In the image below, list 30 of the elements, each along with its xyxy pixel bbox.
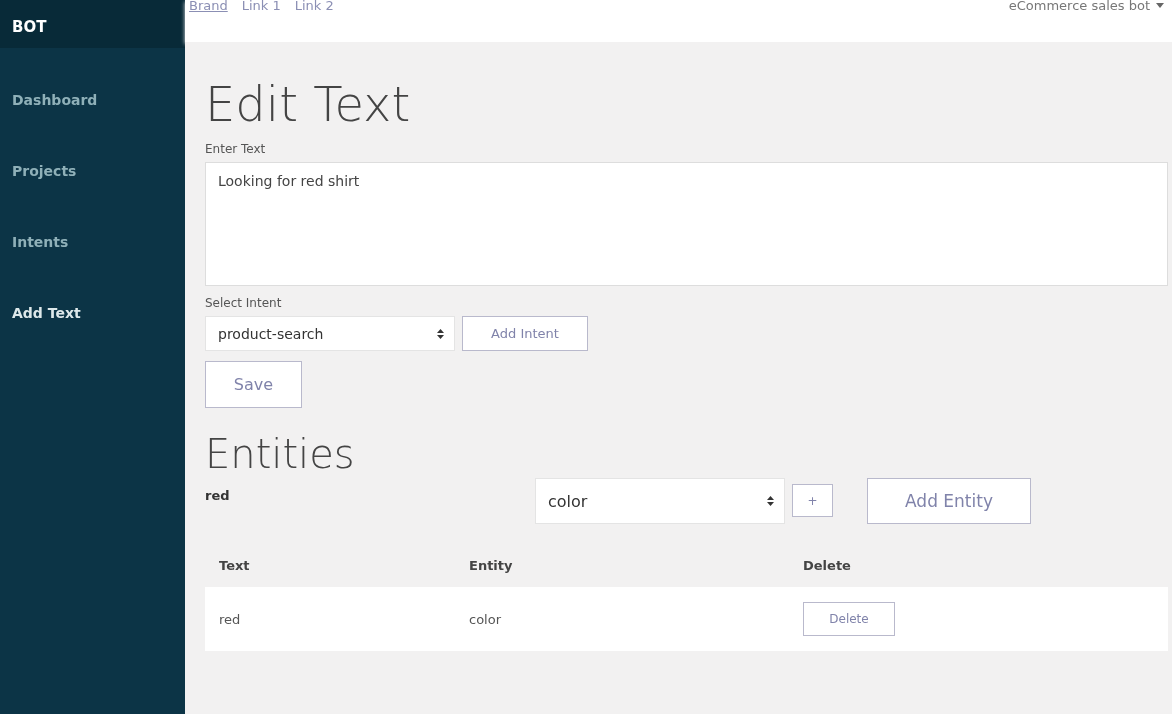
sidebar-item[interactable]: Intents (0, 190, 185, 261)
column-header: Delete (789, 544, 1168, 587)
selected-text: red (205, 488, 231, 503)
intent-select[interactable]: product-search (205, 316, 455, 351)
nav-link[interactable]: Link 2 (294, 0, 334, 13)
account-dropdown[interactable]: eCommerce sales bot (1008, 0, 1168, 13)
page-title: Edit Text (205, 80, 411, 128)
brand-title: BOT (0, 0, 185, 48)
sidebar-item[interactable]: Projects (0, 119, 185, 190)
plus-button[interactable]: + (792, 484, 833, 517)
column-header: Text (205, 544, 455, 587)
caret-icon (1156, 3, 1164, 8)
delete-button[interactable]: Delete (803, 602, 895, 636)
nav-link[interactable]: Link 1 (241, 0, 281, 13)
field-label: Select Intent (205, 296, 282, 310)
table-cell: color (455, 587, 789, 651)
column-header: Entity (455, 544, 789, 587)
add-intent-button[interactable]: Add Intent (462, 316, 588, 351)
add-entity-button[interactable]: Add Entity (867, 478, 1031, 524)
text-input-field[interactable]: Looking for red shirt (205, 162, 1168, 286)
nav-link[interactable]: Brand (189, 0, 228, 13)
sidebar-item[interactable]: Dashboard (0, 48, 185, 119)
sidebar-item[interactable]: Add Text (0, 261, 185, 332)
field-label: Enter Text (205, 142, 266, 156)
sort-icon (767, 496, 774, 506)
entity-select[interactable]: color (535, 478, 785, 524)
save-button[interactable]: Save (205, 361, 302, 408)
table-cell: red (205, 587, 455, 651)
section-heading: Entities (205, 434, 355, 474)
sort-icon (437, 328, 444, 339)
